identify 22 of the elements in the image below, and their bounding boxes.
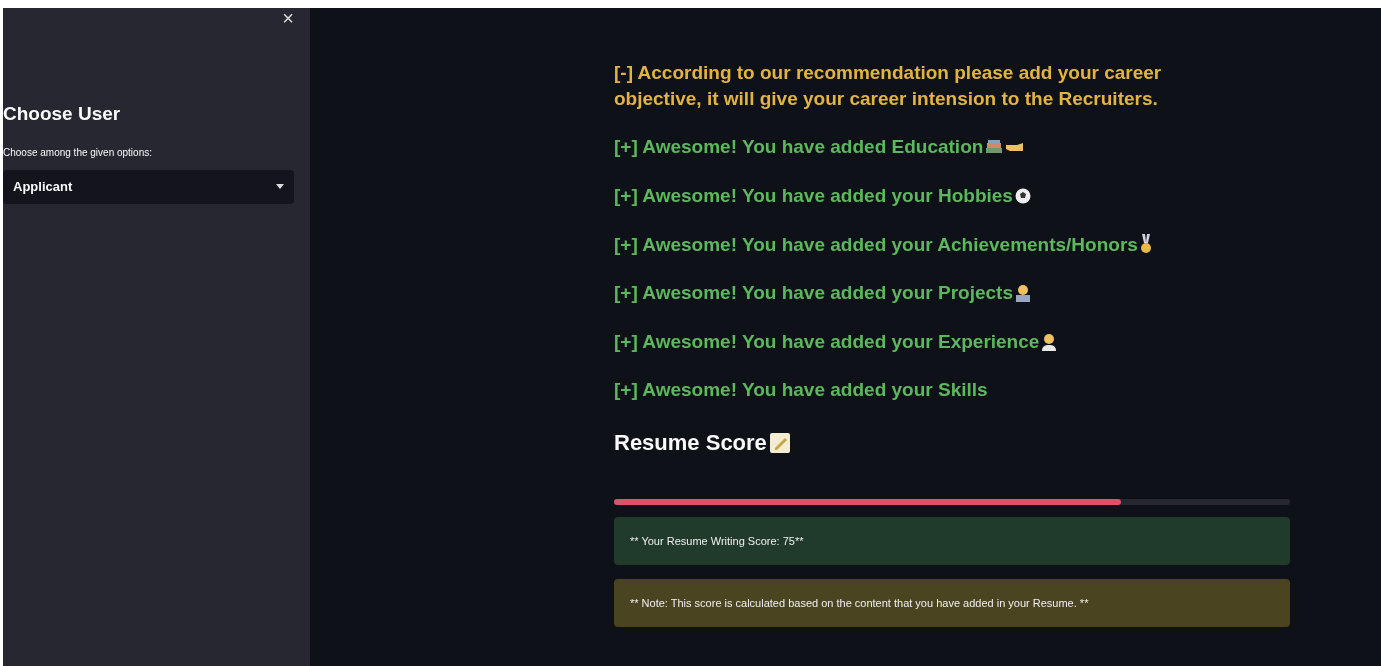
score-alert: ** Your Resume Writing Score: 75**: [614, 517, 1290, 566]
message-text: [+] Awesome! You have added your Achievements/Honors: [614, 232, 1138, 257]
message-text: [+] Awesome! You have added your Hobbies: [614, 183, 1013, 208]
close-button[interactable]: ×: [282, 8, 294, 28]
caret-icon: [276, 184, 284, 189]
message-text: [+] Awesome! You have added Education: [614, 135, 984, 160]
score-heading: Resume Score: [614, 429, 767, 458]
person-laptop-icon: [1014, 284, 1031, 302]
ball-icon: [1014, 187, 1031, 204]
user-select[interactable]: Applicant: [3, 169, 294, 204]
memo-icon: [768, 431, 791, 454]
books-icon: [985, 139, 1004, 156]
select-label: Choose among the given options:: [3, 145, 153, 160]
sidebar-title: Choose User: [3, 102, 122, 126]
message-text: [+] Awesome! You have added your Experience: [614, 329, 1040, 354]
message-text: [+] Awesome! You have added your Skills: [614, 378, 988, 403]
medal-icon: [1139, 234, 1152, 255]
person-icon: [1041, 332, 1058, 351]
hand-icon: [1005, 141, 1026, 154]
note-alert: ** Note: This score is calculated based on the content that you have added in your Resume. **: [614, 579, 1290, 628]
message-text: [-] According to our recommendation please add your career objective, it will give your career intension to the Recruiters.: [614, 61, 1163, 111]
message-text: [+] Awesome! You have added your Projects: [614, 281, 1013, 306]
